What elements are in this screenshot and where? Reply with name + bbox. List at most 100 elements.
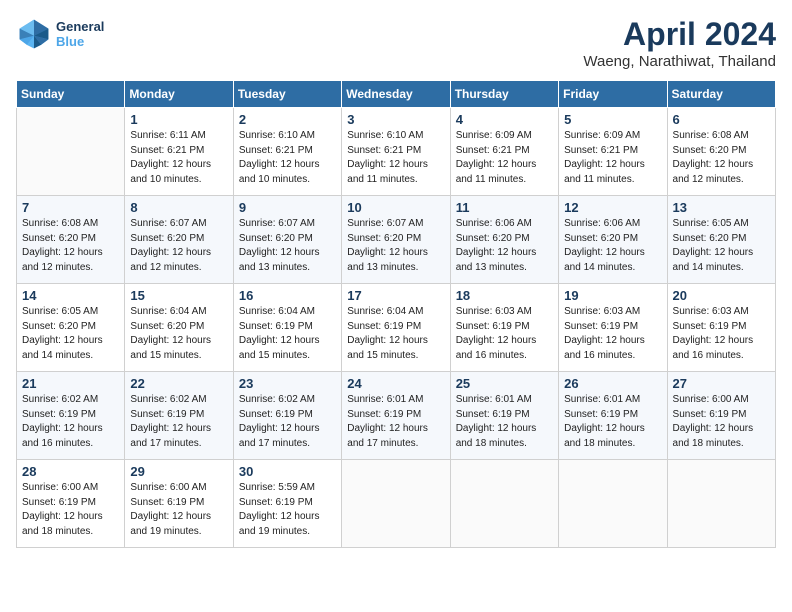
calendar-cell: 2 Sunrise: 6:10 AM Sunset: 6:21 PM Daylig…	[233, 108, 341, 196]
day-number: 22	[130, 376, 227, 391]
day-number: 6	[673, 112, 770, 127]
day-number: 10	[347, 200, 444, 215]
weekday-header-saturday: Saturday	[667, 81, 775, 108]
day-number: 15	[130, 288, 227, 303]
calendar-cell: 4 Sunrise: 6:09 AM Sunset: 6:21 PM Daylig…	[450, 108, 558, 196]
day-number: 30	[239, 464, 336, 479]
day-info: Sunrise: 6:08 AM Sunset: 6:20 PM Dayligh…	[673, 129, 770, 187]
logo: General Blue	[16, 16, 104, 52]
weekday-header-row: SundayMondayTuesdayWednesdayThursdayFrid…	[17, 81, 776, 108]
day-number: 5	[564, 112, 661, 127]
day-number: 18	[456, 288, 553, 303]
day-number: 26	[564, 376, 661, 391]
day-number: 12	[564, 200, 661, 215]
day-number: 14	[22, 288, 119, 303]
day-number: 4	[456, 112, 553, 127]
calendar-cell: 18 Sunrise: 6:03 AM Sunset: 6:19 PM Dayli…	[450, 284, 558, 372]
day-number: 25	[456, 376, 553, 391]
calendar-cell: 17 Sunrise: 6:04 AM Sunset: 6:19 PM Dayli…	[342, 284, 450, 372]
day-number: 19	[564, 288, 661, 303]
calendar-cell: 25 Sunrise: 6:01 AM Sunset: 6:19 PM Dayli…	[450, 372, 558, 460]
day-number: 21	[22, 376, 119, 391]
calendar-cell: 8Sunrise: 6:07 AM Sunset: 6:20 PM Daylig…	[125, 196, 233, 284]
calendar-cell: 11 Sunrise: 6:06 AM Sunset: 6:20 PM Dayli…	[450, 196, 558, 284]
day-info: Sunrise: 6:04 AM Sunset: 6:19 PM Dayligh…	[239, 305, 336, 363]
day-number: 20	[673, 288, 770, 303]
day-info: Sunrise: 6:01 AM Sunset: 6:19 PM Dayligh…	[456, 393, 553, 451]
calendar-cell: 13 Sunrise: 6:05 AM Sunset: 6:20 PM Dayli…	[667, 196, 775, 284]
day-info: Sunrise: 6:02 AM Sunset: 6:19 PM Dayligh…	[130, 393, 227, 451]
calendar-cell: 27 Sunrise: 6:00 AM Sunset: 6:19 PM Dayli…	[667, 372, 775, 460]
calendar-cell: 15 Sunrise: 6:04 AM Sunset: 6:20 PM Dayli…	[125, 284, 233, 372]
day-info: Sunrise: 6:05 AM Sunset: 6:20 PM Dayligh…	[673, 217, 770, 275]
day-number: 2	[239, 112, 336, 127]
day-info: Sunrise: 6:07 AM Sunset: 6:20 PM Dayligh…	[347, 217, 444, 275]
weekday-header-friday: Friday	[559, 81, 667, 108]
day-info: Sunrise: 6:01 AM Sunset: 6:19 PM Dayligh…	[564, 393, 661, 451]
day-info: Sunrise: 6:03 AM Sunset: 6:19 PM Dayligh…	[564, 305, 661, 363]
day-info: Sunrise: 6:00 AM Sunset: 6:19 PM Dayligh…	[130, 481, 227, 539]
calendar-cell: 19 Sunrise: 6:03 AM Sunset: 6:19 PM Dayli…	[559, 284, 667, 372]
week-row-2: 7 Sunrise: 6:08 AM Sunset: 6:20 PM Daylig…	[17, 196, 776, 284]
day-info: Sunrise: 6:02 AM Sunset: 6:19 PM Dayligh…	[239, 393, 336, 451]
day-info: Sunrise: 6:01 AM Sunset: 6:19 PM Dayligh…	[347, 393, 444, 451]
calendar-cell	[667, 460, 775, 548]
day-number: 28	[22, 464, 119, 479]
calendar-cell: 6 Sunrise: 6:08 AM Sunset: 6:20 PM Daylig…	[667, 108, 775, 196]
weekday-header-wednesday: Wednesday	[342, 81, 450, 108]
day-info: Sunrise: 6:06 AM Sunset: 6:20 PM Dayligh…	[564, 217, 661, 275]
title-block: April 2024 Waeng, Narathiwat, Thailand	[583, 16, 776, 70]
calendar-cell: 16 Sunrise: 6:04 AM Sunset: 6:19 PM Dayli…	[233, 284, 341, 372]
logo-text: General Blue	[56, 19, 104, 49]
day-number: 1	[130, 112, 227, 127]
day-number: 29	[130, 464, 227, 479]
day-info: Sunrise: 6:02 AM Sunset: 6:19 PM Dayligh…	[22, 393, 119, 451]
day-info: Sunrise: 6:04 AM Sunset: 6:19 PM Dayligh…	[347, 305, 444, 363]
calendar-cell: 21 Sunrise: 6:02 AM Sunset: 6:19 PM Dayli…	[17, 372, 125, 460]
calendar-cell	[559, 460, 667, 548]
calendar-cell	[450, 460, 558, 548]
day-number: 27	[673, 376, 770, 391]
calendar-cell: 9Sunrise: 6:07 AM Sunset: 6:20 PM Daylig…	[233, 196, 341, 284]
calendar-cell: 24 Sunrise: 6:01 AM Sunset: 6:19 PM Dayli…	[342, 372, 450, 460]
day-info: Sunrise: 6:09 AM Sunset: 6:21 PM Dayligh…	[456, 129, 553, 187]
day-number: 23	[239, 376, 336, 391]
calendar-table: SundayMondayTuesdayWednesdayThursdayFrid…	[16, 80, 776, 548]
day-info: Sunrise: 5:59 AM Sunset: 6:19 PM Dayligh…	[239, 481, 336, 539]
day-info: Sunrise: 6:03 AM Sunset: 6:19 PM Dayligh…	[456, 305, 553, 363]
day-info: Sunrise: 6:10 AM Sunset: 6:21 PM Dayligh…	[347, 129, 444, 187]
day-info: Sunrise: 6:00 AM Sunset: 6:19 PM Dayligh…	[673, 393, 770, 451]
weekday-header-tuesday: Tuesday	[233, 81, 341, 108]
week-row-1: 1 Sunrise: 6:11 AM Sunset: 6:21 PM Daylig…	[17, 108, 776, 196]
calendar-cell	[17, 108, 125, 196]
week-row-5: 28 Sunrise: 6:00 AM Sunset: 6:19 PM Dayli…	[17, 460, 776, 548]
day-info: Sunrise: 6:06 AM Sunset: 6:20 PM Dayligh…	[456, 217, 553, 275]
day-number: 16	[239, 288, 336, 303]
calendar-cell: 10 Sunrise: 6:07 AM Sunset: 6:20 PM Dayli…	[342, 196, 450, 284]
calendar-cell: 30 Sunrise: 5:59 AM Sunset: 6:19 PM Dayli…	[233, 460, 341, 548]
calendar-cell: 29 Sunrise: 6:00 AM Sunset: 6:19 PM Dayli…	[125, 460, 233, 548]
calendar-cell: 12 Sunrise: 6:06 AM Sunset: 6:20 PM Dayli…	[559, 196, 667, 284]
day-number: 24	[347, 376, 444, 391]
logo-icon	[16, 16, 52, 52]
day-info: Sunrise: 6:10 AM Sunset: 6:21 PM Dayligh…	[239, 129, 336, 187]
calendar-cell: 26 Sunrise: 6:01 AM Sunset: 6:19 PM Dayli…	[559, 372, 667, 460]
day-number: 9	[239, 200, 336, 215]
day-info: Sunrise: 6:08 AM Sunset: 6:20 PM Dayligh…	[22, 217, 119, 275]
day-number: 7	[22, 200, 119, 215]
day-number: 13	[673, 200, 770, 215]
day-info: Sunrise: 6:11 AM Sunset: 6:21 PM Dayligh…	[130, 129, 227, 187]
calendar-cell: 1 Sunrise: 6:11 AM Sunset: 6:21 PM Daylig…	[125, 108, 233, 196]
calendar-cell: 5 Sunrise: 6:09 AM Sunset: 6:21 PM Daylig…	[559, 108, 667, 196]
calendar-cell: 14 Sunrise: 6:05 AM Sunset: 6:20 PM Dayli…	[17, 284, 125, 372]
calendar-cell	[342, 460, 450, 548]
weekday-header-sunday: Sunday	[17, 81, 125, 108]
day-number: 11	[456, 200, 553, 215]
day-info: Sunrise: 6:03 AM Sunset: 6:19 PM Dayligh…	[673, 305, 770, 363]
calendar-cell: 3Sunrise: 6:10 AM Sunset: 6:21 PM Daylig…	[342, 108, 450, 196]
day-info: Sunrise: 6:04 AM Sunset: 6:20 PM Dayligh…	[130, 305, 227, 363]
calendar-cell: 22 Sunrise: 6:02 AM Sunset: 6:19 PM Dayli…	[125, 372, 233, 460]
day-number: 17	[347, 288, 444, 303]
day-info: Sunrise: 6:09 AM Sunset: 6:21 PM Dayligh…	[564, 129, 661, 187]
day-info: Sunrise: 6:05 AM Sunset: 6:20 PM Dayligh…	[22, 305, 119, 363]
